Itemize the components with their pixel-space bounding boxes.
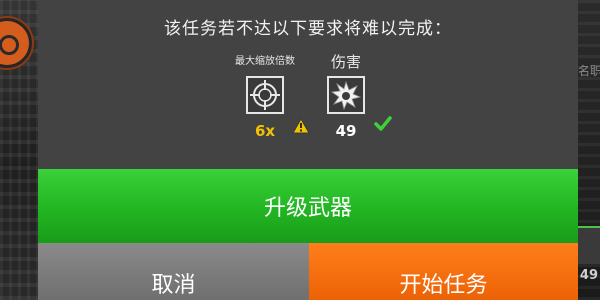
scope-icon	[246, 76, 310, 134]
requirement-label: 伤害	[330, 53, 361, 71]
requirement-max-zoom: 最大缩放倍数 6x	[220, 52, 310, 140]
emblem-icon	[0, 18, 32, 68]
background-right-panel: 名职 49	[578, 0, 600, 300]
mission-requirements-dialog: 该任务若不达以下要求将难以完成： 最大缩放倍数 6x 伤害 49 升级武器 取消…	[38, 0, 578, 300]
upgrade-weapon-label: 升级武器	[263, 196, 352, 221]
background-right-number: 49	[579, 268, 598, 283]
explosion-icon	[327, 76, 392, 131]
requirement-label: 最大缩放倍数	[235, 56, 295, 67]
start-mission-button[interactable]: 开始任务	[309, 243, 578, 300]
requirement-damage: 伤害 49	[301, 52, 392, 140]
background-right-text: 名职	[578, 64, 600, 78]
background-left-panel	[0, 0, 42, 300]
cancel-label: 取消	[151, 272, 196, 298]
background-right-tile	[578, 226, 600, 264]
dialog-title: 该任务若不达以下要求将难以完成：	[164, 19, 452, 39]
cancel-button[interactable]: 取消	[38, 243, 309, 300]
start-mission-label: 开始任务	[399, 272, 488, 298]
upgrade-weapon-button[interactable]: 升级武器	[38, 169, 578, 243]
